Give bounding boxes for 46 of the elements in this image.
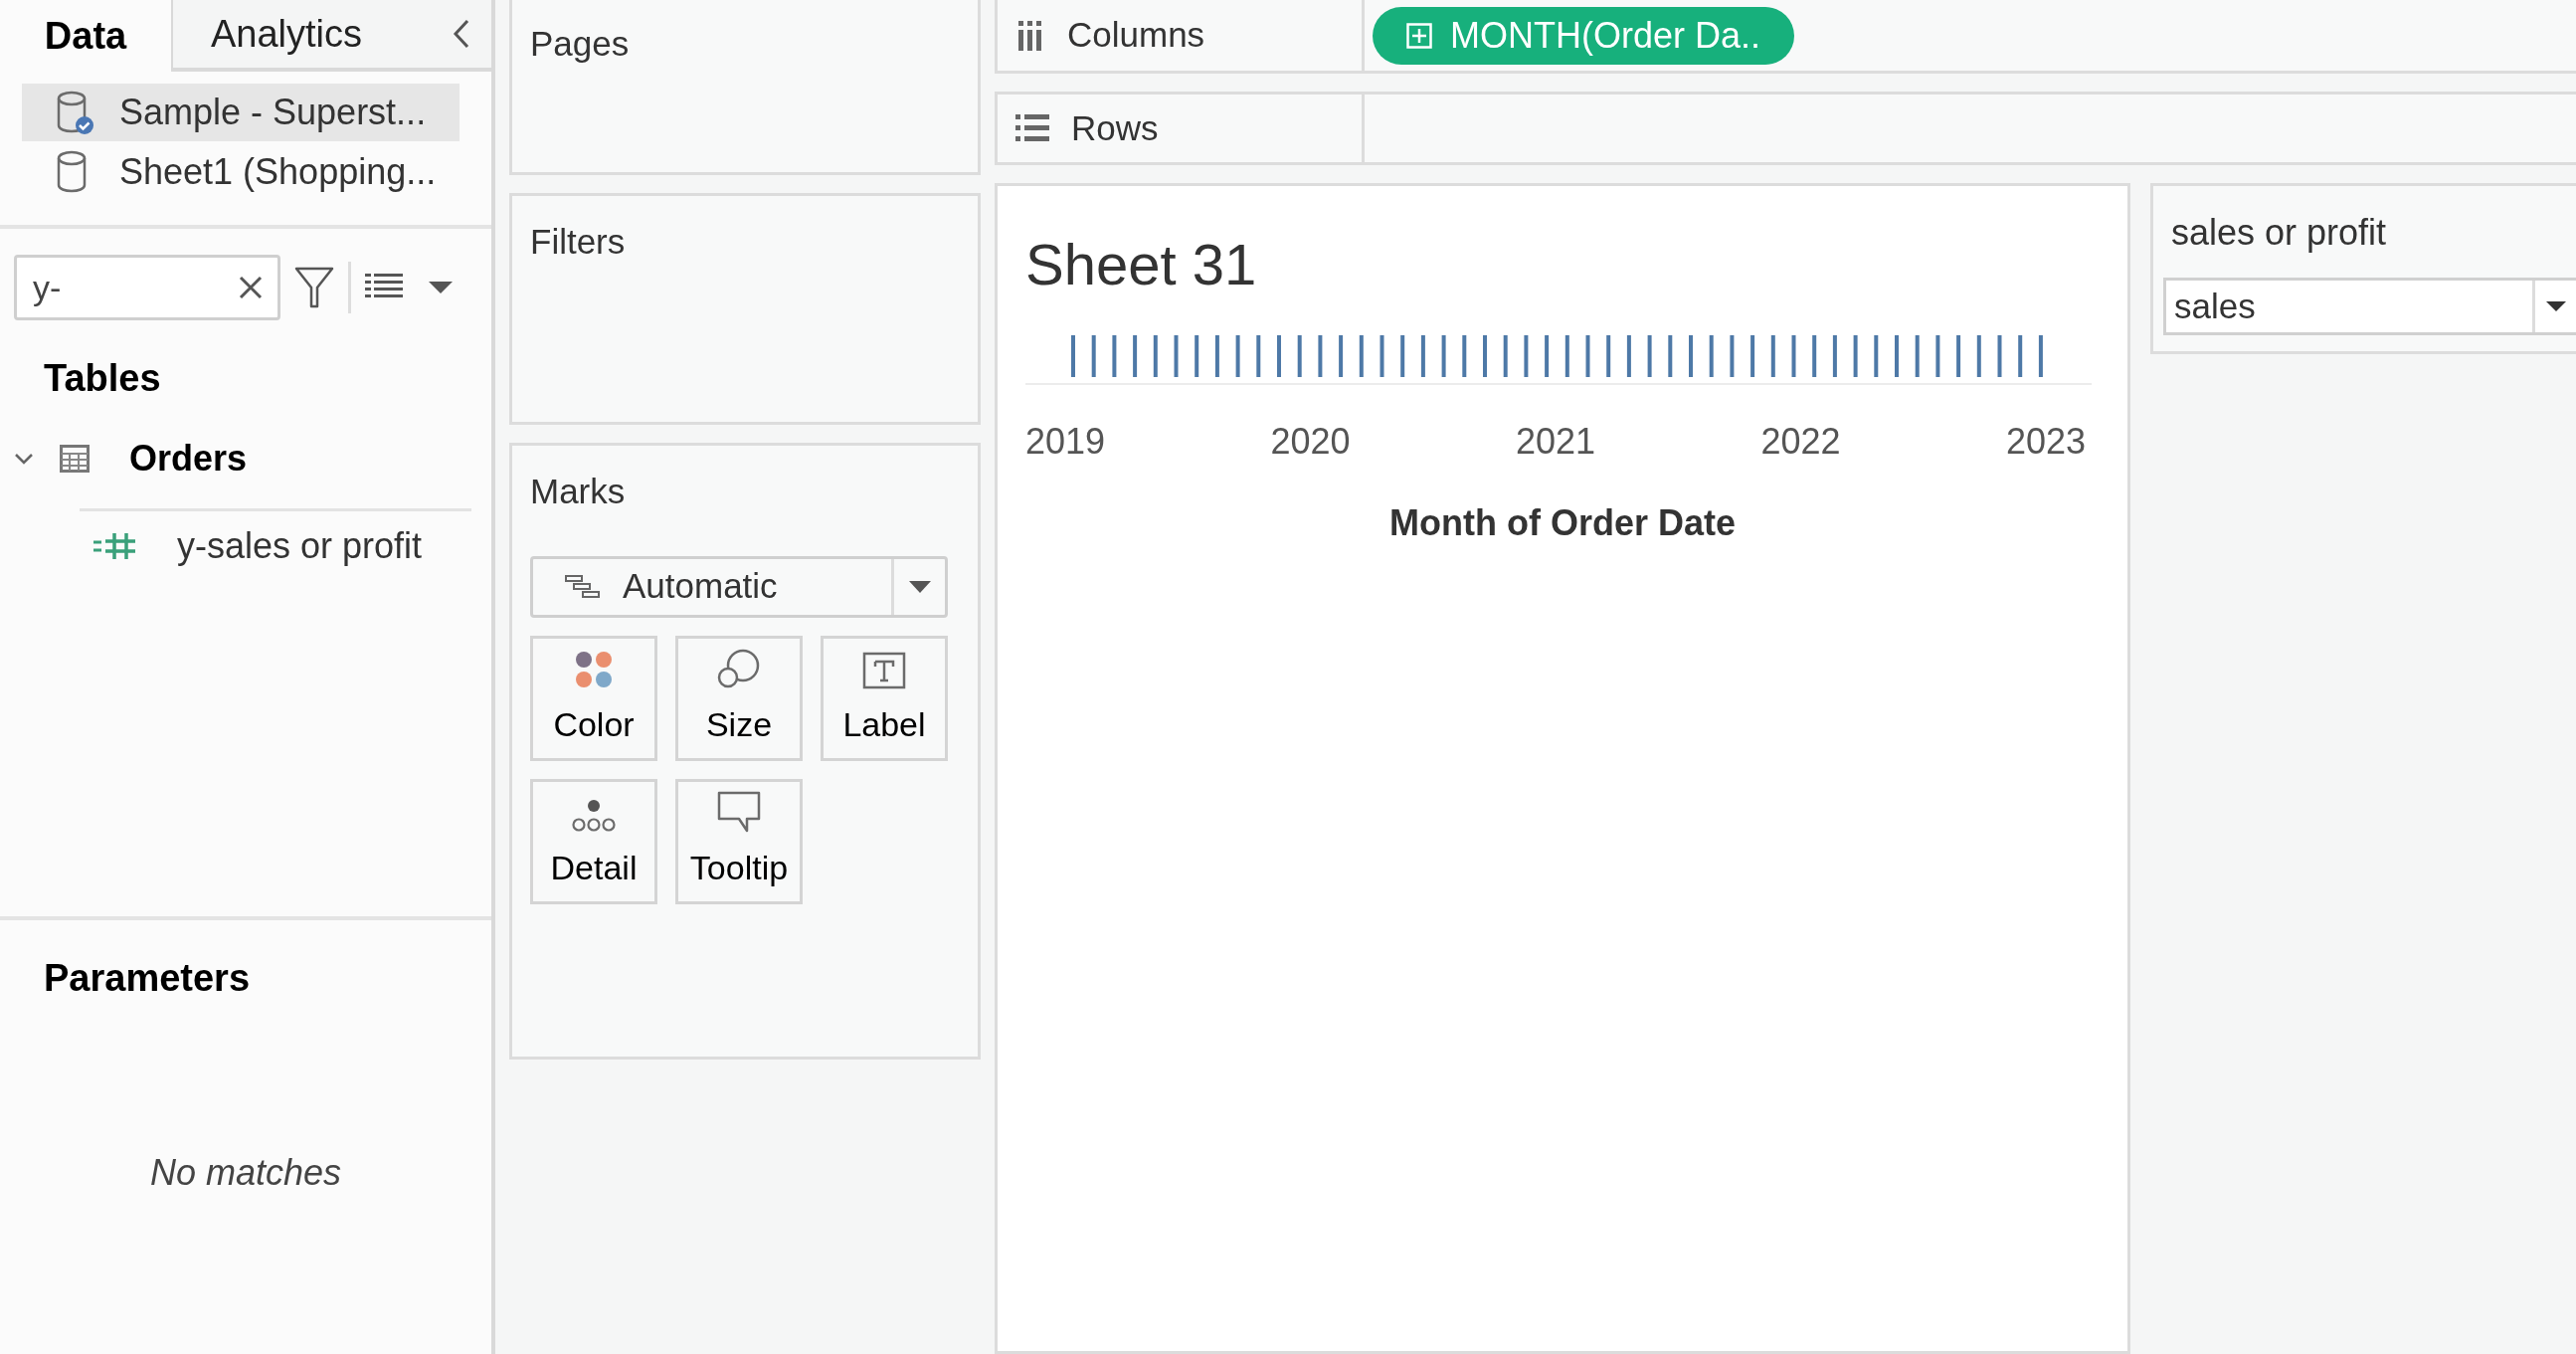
shelf-label: Rows	[995, 95, 1365, 162]
speech-bubble-icon	[717, 790, 761, 833]
axis-label: 2020	[1270, 420, 1351, 464]
table-icon	[60, 445, 90, 473]
database-check-icon	[56, 90, 93, 135]
search-field[interactable]: y-	[14, 255, 280, 320]
table-name[interactable]: Orders	[129, 432, 248, 485]
caret-icon[interactable]	[908, 579, 931, 594]
caret-icon[interactable]	[2545, 300, 2566, 312]
axis-label: 2021	[1515, 420, 1596, 464]
text-box-icon	[862, 651, 906, 689]
data-source-item[interactable]: Sheet1 (Shopping...	[22, 143, 460, 201]
empty-message: No matches	[149, 1151, 342, 1195]
panel-tab[interactable]: Analytics	[171, 0, 432, 72]
mark-property-button[interactable]: Color	[530, 635, 657, 761]
axis-label: 2022	[1760, 420, 1841, 464]
sheet-title: Sheet 31	[1025, 236, 1258, 293]
card-title: Filters	[530, 222, 626, 261]
axis-label: 2023	[2005, 420, 2086, 464]
shelf-label: Columns	[995, 0, 1365, 71]
section-heading: Tables	[44, 356, 162, 401]
filter-icon[interactable]	[294, 266, 334, 309]
mark-property-button[interactable]: Size	[675, 635, 803, 761]
circles-icon	[717, 647, 761, 689]
field-item[interactable]: y-sales or profit	[0, 511, 491, 581]
collapse-chevron-icon[interactable]	[452, 19, 471, 49]
dots-icon	[570, 798, 618, 833]
card-title: sales or profit	[2170, 211, 2388, 255]
axis-title: Month of Order Date	[1388, 501, 1737, 545]
axis-label: 2019	[1025, 420, 1106, 464]
clear-icon[interactable]	[239, 276, 263, 299]
card-title: Pages	[530, 24, 630, 63]
expand-plus-icon[interactable]	[1406, 22, 1432, 49]
mark-type-icon	[565, 574, 601, 599]
mark-property-button[interactable]: Detail	[530, 778, 657, 904]
mark-property-button[interactable]: Label	[821, 635, 948, 761]
mark-property-button[interactable]: Tooltip	[675, 778, 803, 904]
parameter-dropdown[interactable]: sales	[2163, 278, 2576, 335]
rows-icon	[1015, 114, 1049, 142]
data-source-item[interactable]: Sample - Superst...	[22, 84, 460, 141]
section-heading: Parameters	[44, 956, 252, 1001]
measure-hash-icon	[93, 531, 135, 561]
caret-icon[interactable]	[429, 280, 453, 295]
four-dots-icon	[574, 649, 614, 689]
card-title: Marks	[530, 471, 627, 512]
mark-type-dropdown[interactable]: Automatic	[530, 555, 948, 618]
